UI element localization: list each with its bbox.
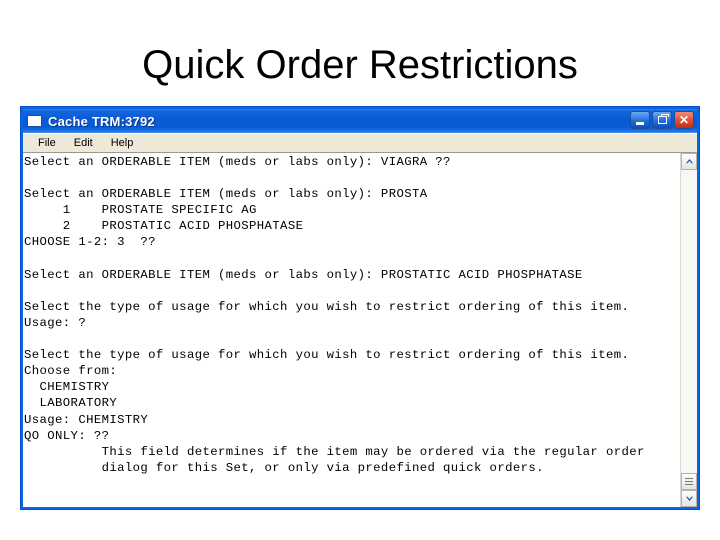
terminal-line: Select an ORDERABLE ITEM (meds or labs o… — [24, 187, 428, 202]
minimize-icon — [636, 121, 644, 125]
terminal-output[interactable]: Select an ORDERABLE ITEM (meds or labs o… — [23, 153, 680, 507]
terminal-line: CHEMISTRY — [24, 380, 110, 395]
terminal-line: CHOOSE 1-2: 3 ?? — [24, 235, 156, 250]
minimize-button[interactable] — [630, 111, 650, 129]
close-button[interactable]: ✕ — [674, 111, 694, 129]
terminal-line: 2 PROSTATIC ACID PHOSPHATASE — [24, 219, 304, 234]
menu-item-edit[interactable]: Edit — [65, 136, 102, 151]
terminal-client-area: Select an ORDERABLE ITEM (meds or labs o… — [23, 152, 697, 507]
terminal-line: Select the type of usage for which you w… — [24, 299, 630, 314]
terminal-line: Usage: ? — [24, 315, 87, 330]
maximize-button[interactable] — [652, 111, 672, 129]
terminal-line: Usage: CHEMISTRY — [24, 412, 149, 427]
menu-item-file[interactable]: File — [29, 136, 65, 151]
terminal-line: Select an ORDERABLE ITEM (meds or labs o… — [24, 267, 583, 282]
terminal-line: LABORATORY — [24, 396, 118, 411]
scroll-down-arrow[interactable] — [681, 490, 697, 507]
menu-bar: File Edit Help — [23, 133, 697, 152]
terminal-line: Select the type of usage for which you w… — [24, 348, 630, 363]
scrollbar-thumb[interactable] — [681, 473, 697, 490]
terminal-line: 1 PROSTATE SPECIFIC AG — [24, 203, 257, 218]
page-title: Quick Order Restrictions — [142, 43, 578, 87]
scrollbar-track[interactable] — [681, 170, 697, 473]
window-controls: ✕ — [630, 111, 694, 129]
close-icon: ✕ — [678, 113, 690, 127]
menu-item-help[interactable]: Help — [102, 136, 143, 151]
terminal-scrollbar[interactable] — [680, 153, 697, 507]
window-title-bar[interactable]: Cache TRM:3792 ✕ — [23, 109, 697, 133]
scrollbar-grip-icon — [685, 478, 693, 485]
terminal-line: Choose from: — [24, 364, 118, 379]
application-window: Cache TRM:3792 ✕ File Edit Help Select a… — [20, 106, 700, 510]
terminal-line: dialog for this Set, or only via predefi… — [24, 460, 544, 475]
window-box-icon — [27, 115, 42, 127]
restore-icon — [657, 114, 669, 124]
terminal-line: This field determines if the item may be… — [24, 444, 645, 459]
terminal-line: Select an ORDERABLE ITEM (meds or labs o… — [24, 155, 451, 169]
window-title-text: Cache TRM:3792 — [48, 113, 155, 129]
terminal-line: QO ONLY: ?? — [24, 428, 110, 443]
scroll-up-arrow[interactable] — [681, 153, 697, 170]
